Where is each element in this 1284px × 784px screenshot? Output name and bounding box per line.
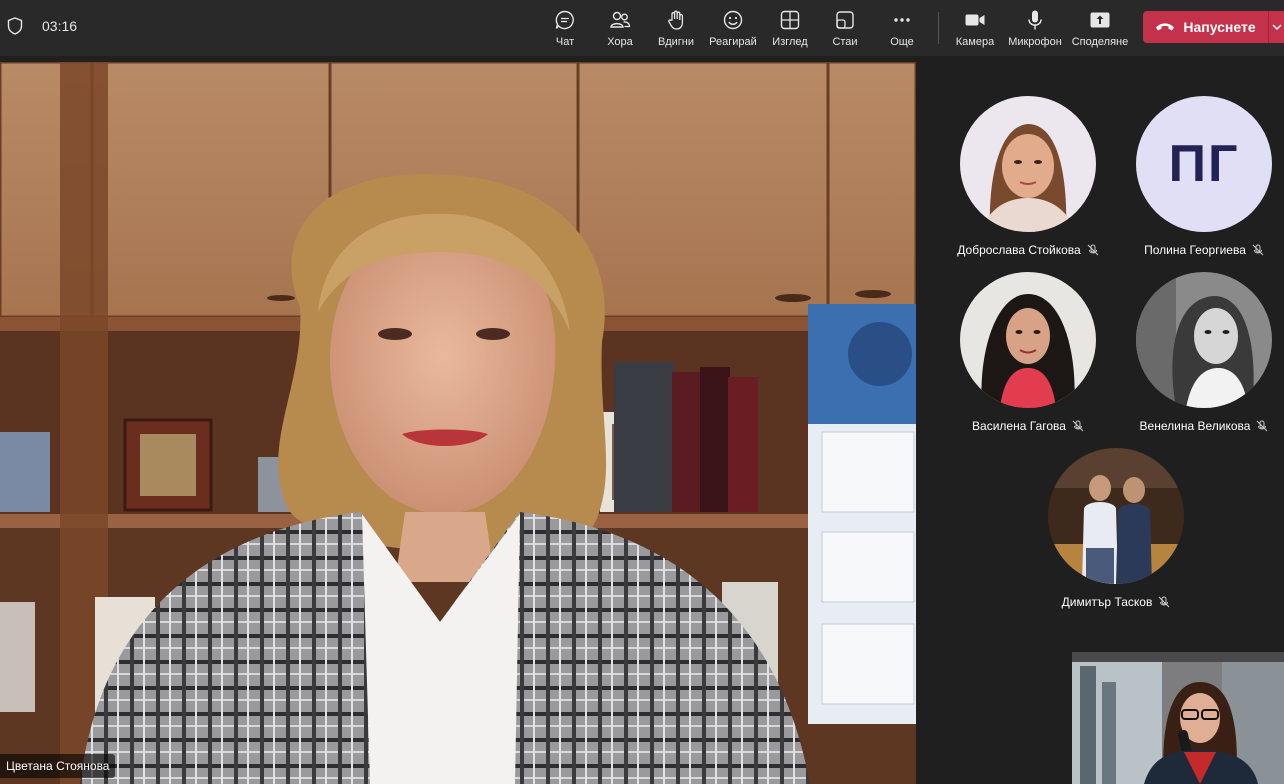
people-icon bbox=[610, 11, 631, 28]
share-icon bbox=[1090, 12, 1110, 28]
mic-off-icon bbox=[1252, 244, 1264, 256]
people-button[interactable]: Хора bbox=[588, 6, 652, 52]
avatar-photo bbox=[1136, 272, 1272, 408]
avatar-photo bbox=[960, 96, 1096, 232]
meeting-toolbar: 03:16 Чат Хора Вдигни Реагирай Изглед Ст… bbox=[0, 0, 1284, 56]
chat-icon bbox=[555, 10, 574, 30]
camera-label: Камера bbox=[955, 36, 995, 48]
more-label: Още bbox=[890, 36, 914, 48]
phone-hangup-icon bbox=[1156, 23, 1175, 31]
chevron-down-icon bbox=[1272, 24, 1282, 31]
camera-button[interactable]: Камера bbox=[943, 6, 1007, 52]
more-icon bbox=[894, 18, 910, 22]
participant-name: Димитър Тасков bbox=[1061, 595, 1153, 609]
participant-name: Доброслава Стойкова bbox=[957, 243, 1081, 257]
more-button[interactable]: Още bbox=[870, 6, 934, 52]
mic-off-icon bbox=[1072, 420, 1084, 432]
participant-tile[interactable]: Венелина Великова bbox=[1116, 272, 1284, 433]
people-label: Хора bbox=[607, 36, 633, 48]
view-icon bbox=[780, 10, 800, 30]
participant-avatar bbox=[1048, 448, 1184, 584]
participant-avatar bbox=[960, 272, 1096, 408]
participant-name: Василена Гагова bbox=[972, 419, 1066, 433]
shield-icon bbox=[7, 17, 23, 35]
mic-off-icon bbox=[1158, 596, 1170, 608]
participant-avatar bbox=[960, 96, 1096, 232]
office-scene-illustration bbox=[0, 62, 916, 784]
self-view-video[interactable] bbox=[1072, 652, 1284, 784]
main-speaker-name: Цветана Стоянова bbox=[0, 754, 116, 778]
participant-tile[interactable]: Доброслава Стойкова bbox=[940, 96, 1116, 257]
participant-tile[interactable]: Димитър Тасков bbox=[1028, 448, 1204, 609]
mic-off-icon bbox=[1257, 420, 1268, 432]
participant-tile[interactable]: Василена Гагова bbox=[940, 272, 1116, 433]
share-button[interactable]: Споделяне bbox=[1068, 6, 1132, 52]
toolbar-divider bbox=[938, 12, 939, 44]
avatar-photo bbox=[960, 272, 1096, 408]
raise-hand-button[interactable]: Вдигни bbox=[644, 6, 708, 52]
microphone-label: Микрофон bbox=[1008, 36, 1062, 48]
rooms-button[interactable]: Стаи bbox=[813, 6, 877, 52]
mic-off-icon bbox=[1087, 244, 1099, 256]
camera-icon bbox=[965, 14, 985, 26]
react-label: Реагирай bbox=[709, 36, 757, 48]
avatar-photo bbox=[1048, 448, 1184, 584]
self-view-photo bbox=[1072, 652, 1284, 784]
meeting-timer: 03:16 bbox=[42, 18, 78, 34]
leave-label: Напуснете bbox=[1183, 19, 1256, 35]
leave-button[interactable]: Напуснете bbox=[1143, 11, 1268, 43]
participant-name: Венелина Великова bbox=[1139, 419, 1251, 433]
participant-initials-avatar: ПГ bbox=[1136, 96, 1272, 232]
rooms-icon bbox=[836, 11, 854, 29]
participant-avatar bbox=[1136, 272, 1272, 408]
participant-name: Полина Георгиева bbox=[1144, 243, 1246, 257]
react-button[interactable]: Реагирай bbox=[701, 6, 765, 52]
microphone-button[interactable]: Микрофон bbox=[1003, 6, 1067, 52]
raise-hand-label: Вдигни bbox=[657, 36, 694, 48]
share-label: Споделяне bbox=[1071, 36, 1129, 48]
leave-options-button[interactable] bbox=[1268, 11, 1284, 43]
main-speaker-video bbox=[0, 62, 916, 784]
rooms-label: Стаи bbox=[832, 36, 858, 48]
raise-hand-icon bbox=[668, 10, 684, 30]
microphone-icon bbox=[1028, 10, 1042, 30]
react-icon bbox=[723, 10, 743, 30]
participant-tile[interactable]: ПГ Полина Георгиева bbox=[1116, 96, 1284, 257]
